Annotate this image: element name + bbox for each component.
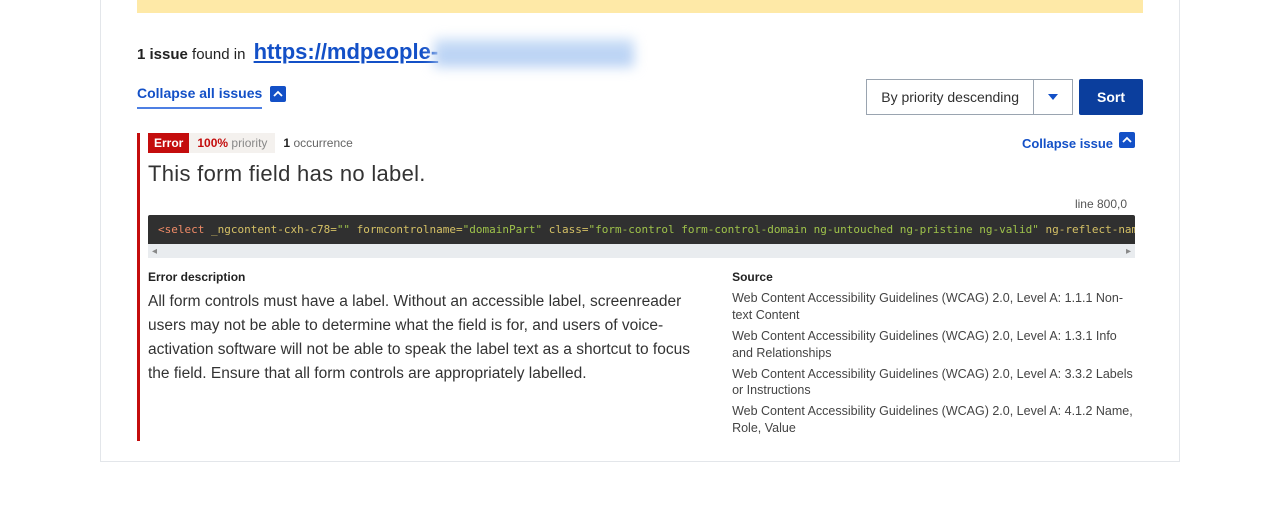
source-item: Web Content Accessibility Guidelines (WC… [732, 366, 1135, 400]
error-description-text: All form controls must have a label. Wit… [148, 290, 712, 386]
collapse-issue-icon [1119, 132, 1135, 148]
issue-card: Error 100% priority 1 occurrence Collaps… [137, 133, 1135, 441]
scroll-left-icon[interactable]: ◂ [152, 246, 157, 257]
url-redacted [434, 39, 634, 67]
controls-row: Collapse all issues By priority descendi… [137, 79, 1143, 115]
scanned-url-link[interactable]: https://mdpeople- [250, 39, 439, 64]
priority-value: 100% [197, 136, 228, 150]
issue-header: Error 100% priority 1 occurrence Collaps… [148, 133, 1135, 153]
source-heading: Source [732, 270, 1135, 284]
badge-error: Error [148, 133, 189, 153]
priority-label: priority [231, 136, 267, 150]
sort-group: By priority descending Sort [866, 79, 1143, 115]
collapse-all-toggle-icon[interactable] [270, 86, 286, 102]
source-item: Web Content Accessibility Guidelines (WC… [732, 403, 1135, 437]
sort-dropdown-arrow[interactable] [1033, 79, 1073, 115]
collapse-issue-label: Collapse issue [1022, 136, 1113, 151]
source-item: Web Content Accessibility Guidelines (WC… [732, 328, 1135, 362]
source-section: Source Web Content Accessibility Guideli… [732, 270, 1135, 441]
collapse-issue-link[interactable]: Collapse issue [1022, 135, 1135, 151]
issue-badges: Error 100% priority 1 occurrence [148, 133, 353, 153]
scroll-right-icon[interactable]: ▸ [1126, 246, 1131, 257]
found-in-label: found in [192, 46, 245, 63]
badge-priority: 100% priority [189, 133, 275, 153]
code-snippet: <select _ngcontent-cxh-c78="" formcontro… [148, 215, 1135, 244]
source-item: Web Content Accessibility Guidelines (WC… [732, 290, 1135, 324]
code-scrollbar[interactable]: ◂ ▸ [148, 244, 1135, 258]
collapse-all-group: Collapse all issues [137, 85, 286, 109]
error-description-section: Error description All form controls must… [148, 270, 712, 441]
report-panel: 1 issue found in https://mdpeople- Colla… [100, 0, 1180, 462]
sort-selected-value: By priority descending [881, 89, 1019, 105]
line-number: line 800,0 [148, 197, 1127, 211]
error-description-heading: Error description [148, 270, 712, 284]
issue-title: This form field has no label. [148, 161, 1135, 187]
sort-select[interactable]: By priority descending [866, 79, 1033, 115]
collapse-all-link[interactable]: Collapse all issues [137, 85, 262, 109]
detail-sections: Error description All form controls must… [148, 270, 1135, 441]
occurrence-count: 1 occurrence [283, 136, 352, 150]
sort-button[interactable]: Sort [1079, 79, 1143, 115]
top-highlight-bar [137, 0, 1143, 13]
summary-row: 1 issue found in https://mdpeople- [137, 35, 1143, 65]
issue-count: 1 issue [137, 46, 188, 63]
